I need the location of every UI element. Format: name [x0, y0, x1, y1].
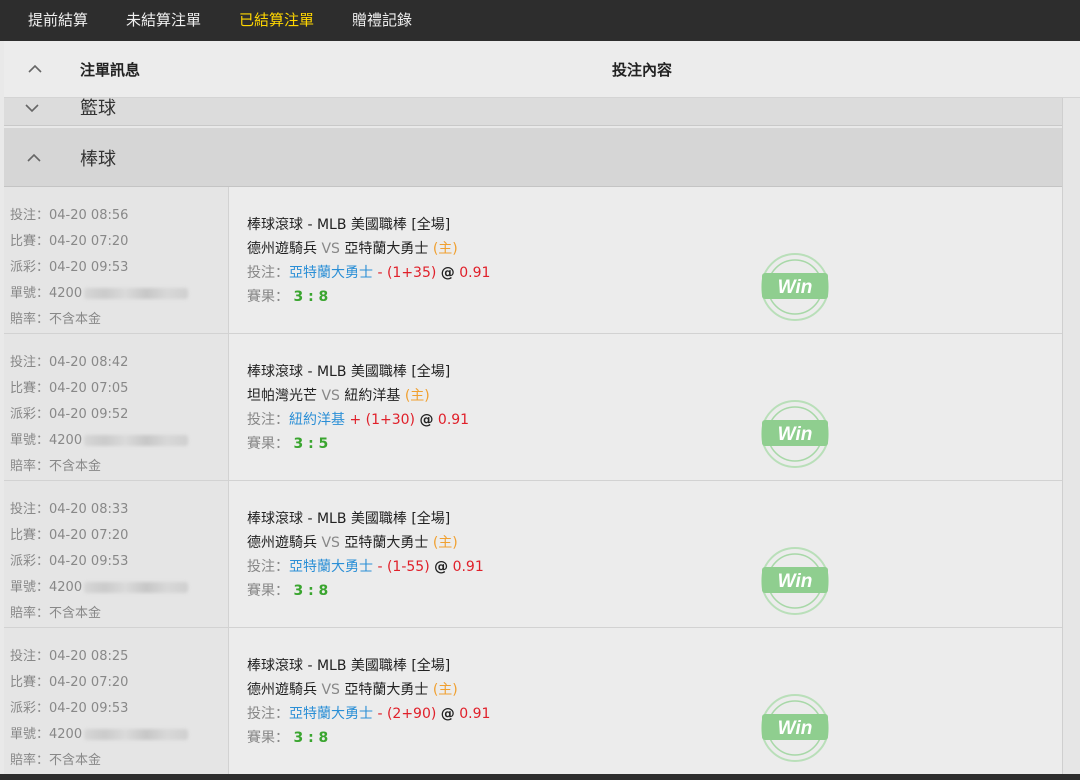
- group-label-basketball: 籃球: [80, 98, 116, 119]
- match-teams: 坦帕灣光芒 VS 紐約洋基 (主): [247, 388, 430, 404]
- bet-selection: 投注：亞特蘭大勇士 - (1+35) @ 0.91: [247, 265, 491, 281]
- match-time: 比賽：04-20 07:20: [10, 234, 129, 249]
- win-badge-icon: Win: [761, 694, 829, 762]
- chevron-down-icon: [24, 98, 40, 117]
- payout-time: 派彩：04-20 09:53: [10, 554, 129, 569]
- match-teams: 德州遊騎兵 VS 亞特蘭大勇士 (主): [247, 241, 458, 257]
- svg-text:Win: Win: [778, 718, 813, 739]
- tab-gift-records[interactable]: 贈禮記錄: [352, 0, 412, 41]
- order-number: 單號：4200: [10, 575, 228, 601]
- tab-settled[interactable]: 已結算注單: [239, 0, 314, 41]
- match-result: 賽果： 3 : 8: [247, 583, 329, 599]
- collapse-all-chevron-up-icon[interactable]: [18, 41, 52, 98]
- redacted-order-number: [84, 729, 189, 740]
- match-result: 賽果： 3 : 5: [247, 436, 329, 452]
- svg-text:Win: Win: [778, 424, 813, 445]
- odds-type: 賠率：不含本金: [10, 312, 102, 327]
- bet-info-cell: 投注：04-20 08:56 比賽：04-20 07:20 派彩：04-20 0…: [4, 187, 229, 333]
- header-bet-content: 投注內容: [612, 60, 673, 79]
- bet-time: 投注：04-20 08:42: [10, 355, 129, 370]
- match-teams: 德州遊騎兵 VS 亞特蘭大勇士 (主): [247, 535, 458, 551]
- league-name: 棒球滾球 - MLB 美國職棒 [全場]: [247, 658, 451, 674]
- header-bet-info: 注單訊息: [80, 60, 141, 79]
- bet-time: 投注：04-20 08:56: [10, 208, 129, 223]
- svg-text:Win: Win: [778, 571, 813, 592]
- top-tab-bar: 提前結算 未結算注單 已結算注單 贈禮記錄: [0, 0, 1080, 41]
- order-number: 單號：4200: [10, 722, 228, 748]
- bet-selection: 投注：亞特蘭大勇士 - (2+90) @ 0.91: [247, 706, 491, 722]
- league-name: 棒球滾球 - MLB 美國職棒 [全場]: [247, 364, 451, 380]
- redacted-order-number: [84, 288, 189, 299]
- league-name: 棒球滾球 - MLB 美國職棒 [全場]: [247, 217, 451, 233]
- win-badge-icon: Win: [761, 547, 829, 615]
- bet-content-cell: 棒球滾球 - MLB 美國職棒 [全場] 德州遊騎兵 VS 亞特蘭大勇士 (主)…: [229, 187, 1062, 333]
- match-teams: 德州遊騎兵 VS 亞特蘭大勇士 (主): [247, 682, 458, 698]
- match-time: 比賽：04-20 07:05: [10, 381, 129, 396]
- bet-row: 投注：04-20 08:56 比賽：04-20 07:20 派彩：04-20 0…: [4, 187, 1062, 334]
- payout-time: 派彩：04-20 09:52: [10, 407, 129, 422]
- svg-text:Win: Win: [778, 277, 813, 298]
- bet-row: 投注：04-20 08:42 比賽：04-20 07:05 派彩：04-20 0…: [4, 334, 1062, 481]
- group-label-baseball: 棒球: [80, 149, 116, 170]
- tab-unsettled[interactable]: 未結算注單: [126, 0, 201, 41]
- group-header-baseball[interactable]: 棒球: [4, 128, 1062, 187]
- odds-type: 賠率：不含本金: [10, 606, 102, 621]
- bet-info-cell: 投注：04-20 08:25 比賽：04-20 07:20 派彩：04-20 0…: [4, 628, 229, 774]
- chevron-up-icon: [26, 148, 42, 167]
- order-number: 單號：4200: [10, 281, 228, 307]
- odds-type: 賠率：不含本金: [10, 753, 102, 768]
- bet-selection: 投注：亞特蘭大勇士 - (1-55) @ 0.91: [247, 559, 484, 575]
- payout-time: 派彩：04-20 09:53: [10, 260, 129, 275]
- bet-row: 投注：04-20 08:25 比賽：04-20 07:20 派彩：04-20 0…: [4, 628, 1062, 774]
- tab-early-settlement[interactable]: 提前結算: [28, 0, 88, 41]
- group-header-basketball[interactable]: 籃球: [4, 98, 1062, 126]
- match-result: 賽果： 3 : 8: [247, 289, 329, 305]
- match-time: 比賽：04-20 07:20: [10, 675, 129, 690]
- redacted-order-number: [84, 435, 189, 446]
- bet-time: 投注：04-20 08:33: [10, 502, 129, 517]
- bet-content-cell: 棒球滾球 - MLB 美國職棒 [全場] 坦帕灣光芒 VS 紐約洋基 (主) 投…: [229, 334, 1062, 480]
- bet-selection: 投注：紐約洋基 + (1+30) @ 0.91: [247, 412, 470, 428]
- bet-info-cell: 投注：04-20 08:42 比賽：04-20 07:05 派彩：04-20 0…: [4, 334, 229, 480]
- bottom-bar: [0, 774, 1080, 780]
- bet-content-cell: 棒球滾球 - MLB 美國職棒 [全場] 德州遊騎兵 VS 亞特蘭大勇士 (主)…: [229, 481, 1062, 627]
- bet-time: 投注：04-20 08:25: [10, 649, 129, 664]
- redacted-order-number: [84, 582, 189, 593]
- column-header: 注單訊息 投注內容: [4, 41, 1080, 98]
- bet-row: 投注：04-20 08:33 比賽：04-20 07:20 派彩：04-20 0…: [4, 481, 1062, 628]
- bet-list[interactable]: 籃球 棒球 投注：04-20 08:56 比賽：04-20 07:20 派彩：0…: [4, 98, 1080, 774]
- scrollbar-gutter[interactable]: [1062, 98, 1080, 774]
- win-badge-icon: Win: [761, 400, 829, 468]
- bet-content-cell: 棒球滾球 - MLB 美國職棒 [全場] 德州遊騎兵 VS 亞特蘭大勇士 (主)…: [229, 628, 1062, 774]
- league-name: 棒球滾球 - MLB 美國職棒 [全場]: [247, 511, 451, 527]
- match-result: 賽果： 3 : 8: [247, 730, 329, 746]
- order-number: 單號：4200: [10, 428, 228, 454]
- bet-info-cell: 投注：04-20 08:33 比賽：04-20 07:20 派彩：04-20 0…: [4, 481, 229, 627]
- odds-type: 賠率：不含本金: [10, 459, 102, 474]
- payout-time: 派彩：04-20 09:53: [10, 701, 129, 716]
- win-badge-icon: Win: [761, 253, 829, 321]
- match-time: 比賽：04-20 07:20: [10, 528, 129, 543]
